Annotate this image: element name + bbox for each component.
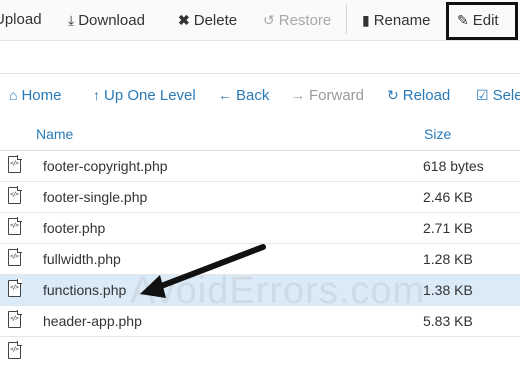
annotation-arrow-icon — [140, 244, 266, 298]
